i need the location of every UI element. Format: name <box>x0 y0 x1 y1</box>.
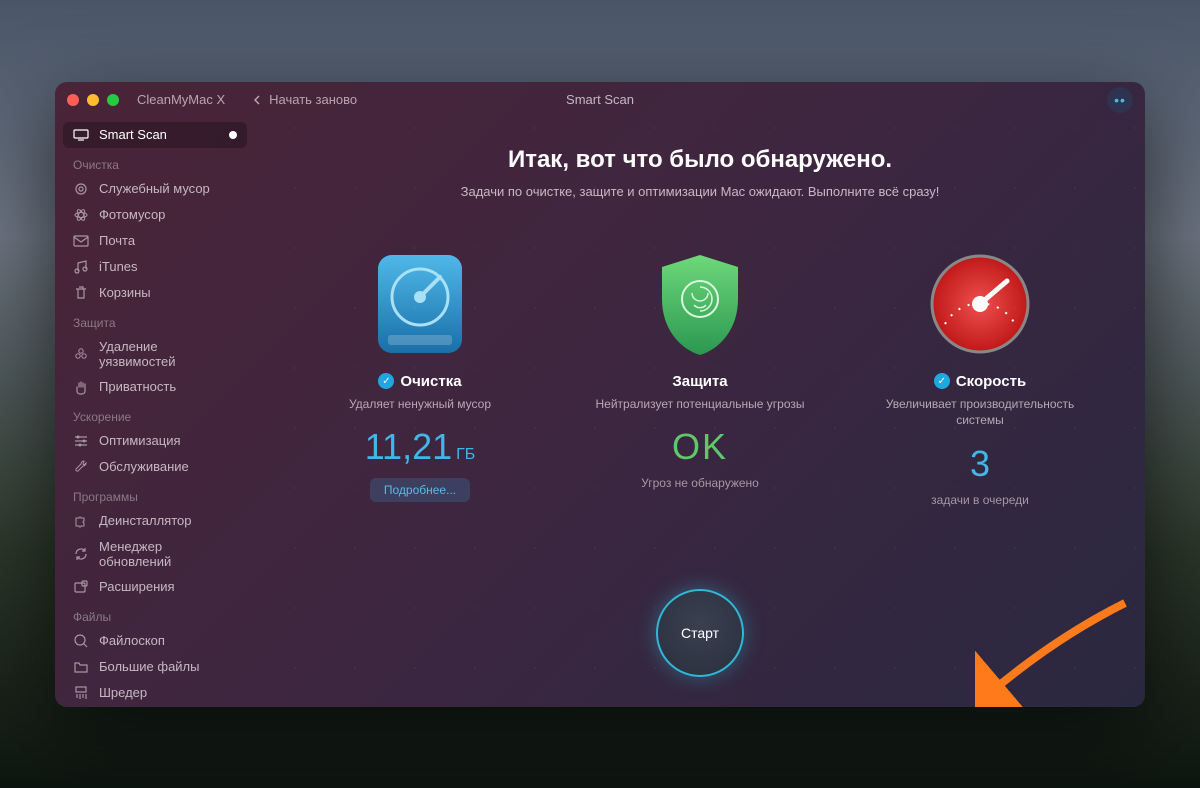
sidebar-item-label: Большие файлы <box>99 659 199 674</box>
card-cleanup: ✓ Очистка Удаляет ненужный мусор 11,21ГБ… <box>310 249 530 508</box>
restart-label: Начать заново <box>269 92 357 107</box>
sidebar-item-itunes[interactable]: iTunes <box>63 254 247 280</box>
details-button[interactable]: Подробнее... <box>370 478 470 502</box>
envelope-icon <box>73 233 89 249</box>
sidebar: Smart Scan Очистка Служебный мусор Фотом… <box>55 118 255 707</box>
sidebar-section-files: Файлы <box>63 600 247 628</box>
protection-value: OK <box>672 426 728 468</box>
card-title: Защита <box>672 373 727 390</box>
sidebar-item-label: iTunes <box>99 259 138 274</box>
music-icon <box>73 259 89 275</box>
window-title: Smart Scan <box>566 92 634 107</box>
wrench-icon <box>73 459 89 475</box>
sidebar-item-extensions[interactable]: Расширения <box>63 574 247 600</box>
check-icon: ✓ <box>934 373 950 389</box>
sidebar-item-label: Менеджер обновлений <box>99 539 237 569</box>
sidebar-section-protection: Защита <box>63 306 247 334</box>
sidebar-item-label: Удаление уязвимостей <box>99 339 237 369</box>
sidebar-item-trash[interactable]: Корзины <box>63 280 247 306</box>
sidebar-section-speed: Ускорение <box>63 400 247 428</box>
sidebar-item-smart-scan[interactable]: Smart Scan <box>63 122 247 148</box>
puzzle-icon <box>73 513 89 529</box>
refresh-icon <box>73 546 89 562</box>
sidebar-item-label: Шредер <box>99 685 147 700</box>
sliders-icon <box>73 433 89 449</box>
folder-icon <box>73 659 89 675</box>
card-desc: Нейтрализует потенциальные угрозы <box>596 396 805 413</box>
subline: Задачи по очистке, защите и оптимизации … <box>461 184 940 199</box>
sidebar-item-privacy[interactable]: Приватность <box>63 374 247 400</box>
sidebar-item-label: Почта <box>99 233 135 248</box>
trash-icon <box>73 285 89 301</box>
titlebar: CleanMyMac X Начать заново Smart Scan •• <box>55 82 1145 118</box>
sidebar-item-space-lens[interactable]: Файлоскоп <box>63 628 247 654</box>
hand-icon <box>73 379 89 395</box>
gauge-icon <box>925 249 1035 359</box>
menu-button[interactable]: •• <box>1107 87 1133 113</box>
sidebar-item-label: Деинсталлятор <box>99 513 192 528</box>
sidebar-section-cleaning: Очистка <box>63 148 247 176</box>
card-title: Скорость <box>956 373 1026 390</box>
main-content: Итак, вот что было обнаружено. Задачи по… <box>255 118 1145 707</box>
sidebar-item-system-junk[interactable]: Служебный мусор <box>63 176 247 202</box>
sidebar-item-label: Корзины <box>99 285 151 300</box>
app-title: CleanMyMac X <box>137 92 225 107</box>
sidebar-section-apps: Программы <box>63 480 247 508</box>
disk-icon <box>365 249 475 359</box>
sidebar-item-updater[interactable]: Менеджер обновлений <box>63 534 247 574</box>
sidebar-item-malware[interactable]: Удаление уязвимостей <box>63 334 247 374</box>
card-protection: Защита Нейтрализует потенциальные угрозы… <box>590 249 810 508</box>
shield-icon <box>645 249 755 359</box>
sidebar-item-large-files[interactable]: Большие файлы <box>63 654 247 680</box>
lens-icon <box>73 633 89 649</box>
card-desc: Увеличивает производительность системы <box>870 396 1090 430</box>
start-button[interactable]: Старт <box>656 589 744 677</box>
chevron-left-icon <box>253 95 263 105</box>
sidebar-item-label: Оптимизация <box>99 433 181 448</box>
speed-value: 3 <box>970 443 990 485</box>
card-title: Очистка <box>400 373 461 390</box>
sidebar-item-label: Фотомусор <box>99 207 165 222</box>
sidebar-item-label: Файлоскоп <box>99 633 165 648</box>
sidebar-item-maintenance[interactable]: Обслуживание <box>63 454 247 480</box>
check-icon: ✓ <box>378 373 394 389</box>
biohazard-icon <box>73 346 89 362</box>
cleanup-value: 11,21ГБ <box>365 426 476 468</box>
monitor-icon <box>73 127 89 143</box>
app-window: CleanMyMac X Начать заново Smart Scan ••… <box>55 82 1145 707</box>
atom-icon <box>73 207 89 223</box>
active-indicator <box>229 131 237 139</box>
headline: Итак, вот что было обнаружено. <box>508 146 892 174</box>
sidebar-item-mail[interactable]: Почта <box>63 228 247 254</box>
maximize-window-button[interactable] <box>107 94 119 106</box>
annotation-arrow <box>975 598 1135 707</box>
sidebar-item-optimization[interactable]: Оптимизация <box>63 428 247 454</box>
sidebar-item-shredder[interactable]: Шредер <box>63 680 247 706</box>
sidebar-item-label: Расширения <box>99 579 175 594</box>
sidebar-item-label: Служебный мусор <box>99 181 210 196</box>
card-desc: Удаляет ненужный мусор <box>349 396 491 413</box>
close-window-button[interactable] <box>67 94 79 106</box>
window-body: Smart Scan Очистка Служебный мусор Фотом… <box>55 118 1145 707</box>
gear-icon <box>73 181 89 197</box>
extension-icon <box>73 579 89 595</box>
sidebar-item-uninstaller[interactable]: Деинсталлятор <box>63 508 247 534</box>
start-button-wrap: Старт <box>656 589 744 677</box>
sidebar-item-label: Smart Scan <box>99 127 167 142</box>
protection-status: Угроз не обнаружено <box>641 476 759 490</box>
card-speed: ✓ Скорость Увеличивает производительност… <box>870 249 1090 508</box>
minimize-window-button[interactable] <box>87 94 99 106</box>
restart-button[interactable]: Начать заново <box>253 92 357 107</box>
traffic-lights <box>67 94 119 106</box>
sidebar-item-photo-junk[interactable]: Фотомусор <box>63 202 247 228</box>
shredder-icon <box>73 685 89 701</box>
results-cards: ✓ Очистка Удаляет ненужный мусор 11,21ГБ… <box>285 249 1115 508</box>
sidebar-item-label: Приватность <box>99 379 176 394</box>
sidebar-item-label: Обслуживание <box>99 459 189 474</box>
speed-status: задачи в очереди <box>931 493 1029 507</box>
